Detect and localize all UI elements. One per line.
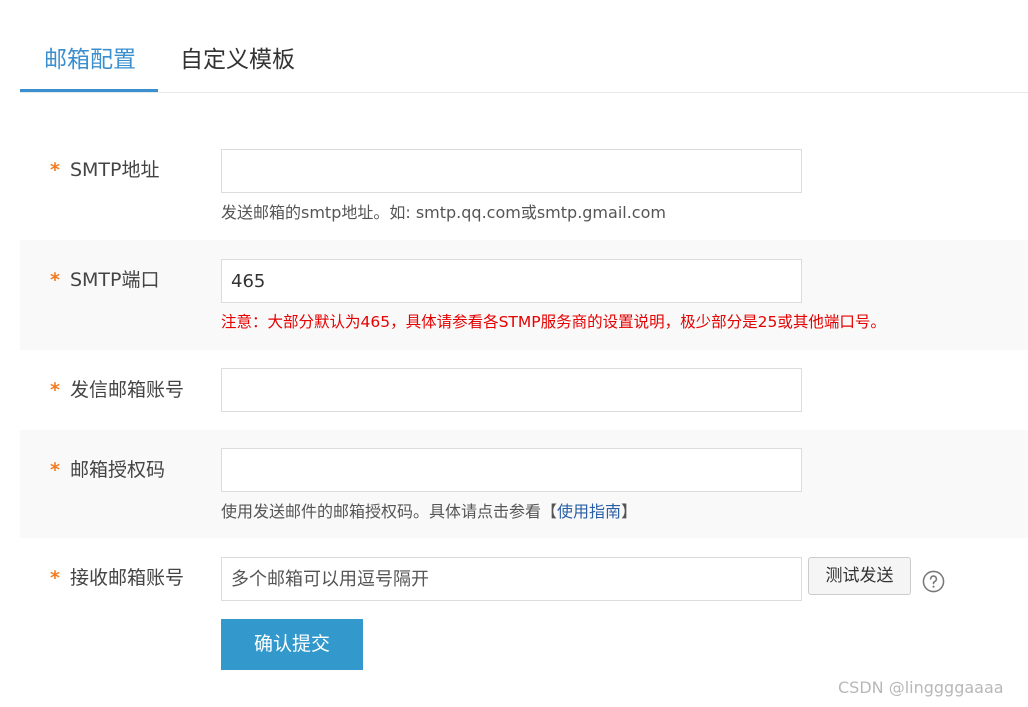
tab-bar: 邮箱配置 自定义模板: [20, 0, 1028, 93]
required-mark: *: [50, 159, 60, 181]
sender-account-label: * 发信邮箱账号: [50, 379, 184, 401]
receiver-account-input[interactable]: [221, 557, 802, 601]
auth-code-label: * 邮箱授权码: [50, 459, 165, 481]
required-mark: *: [50, 269, 60, 291]
required-mark: *: [50, 567, 60, 589]
usage-guide-link[interactable]: 使用指南: [557, 502, 621, 521]
smtp-host-label: * SMTP地址: [50, 159, 160, 181]
active-tab-indicator: [20, 89, 158, 92]
form-row-smtp-port: *SMTP端口 注意：大部分默认为465，具体请参看各STMP服务商的设置说明，…: [20, 240, 1028, 350]
smtp-host-hint: 发送邮箱的smtp地址。如: smtp.qq.com或smtp.gmail.co…: [221, 203, 666, 222]
test-send-button[interactable]: 测试发送: [808, 557, 911, 595]
required-mark: *: [50, 379, 60, 401]
auth-code-input[interactable]: [221, 448, 802, 492]
form-row-sender-account: * 发信邮箱账号: [20, 350, 1028, 430]
form-row-receiver-account: *接收邮箱账号 测试发送: [20, 538, 1028, 688]
tab-custom-template[interactable]: 自定义模板: [180, 44, 295, 76]
sender-account-input[interactable]: [221, 368, 802, 412]
csdn-watermark: CSDN @linggggaaaa: [838, 678, 1004, 697]
smtp-port-warning: 注意：大部分默认为465，具体请参看各STMP服务商的设置说明，极少部分是25或…: [221, 313, 886, 331]
auth-code-hint: 使用发送邮件的邮箱授权码。具体请点击参看【使用指南】: [221, 502, 638, 521]
question-circle-icon[interactable]: [922, 570, 945, 593]
form-row-auth-code: * 邮箱授权码 使用发送邮件的邮箱授权码。具体请点击参看【使用指南】: [20, 430, 1028, 538]
smtp-port-input[interactable]: [221, 259, 802, 303]
tab-mail-config[interactable]: 邮箱配置: [44, 44, 136, 76]
smtp-port-label: * SMTP端口: [50, 269, 160, 291]
required-mark: *: [50, 459, 60, 481]
receiver-account-label: * 接收邮箱账号: [50, 567, 184, 589]
smtp-host-input[interactable]: [221, 149, 802, 193]
submit-button[interactable]: 确认提交: [221, 619, 363, 670]
form-row-smtp-host: * SMTP地址 发送邮箱的smtp地址。如: smtp.qq.com或smtp.…: [20, 130, 1028, 240]
